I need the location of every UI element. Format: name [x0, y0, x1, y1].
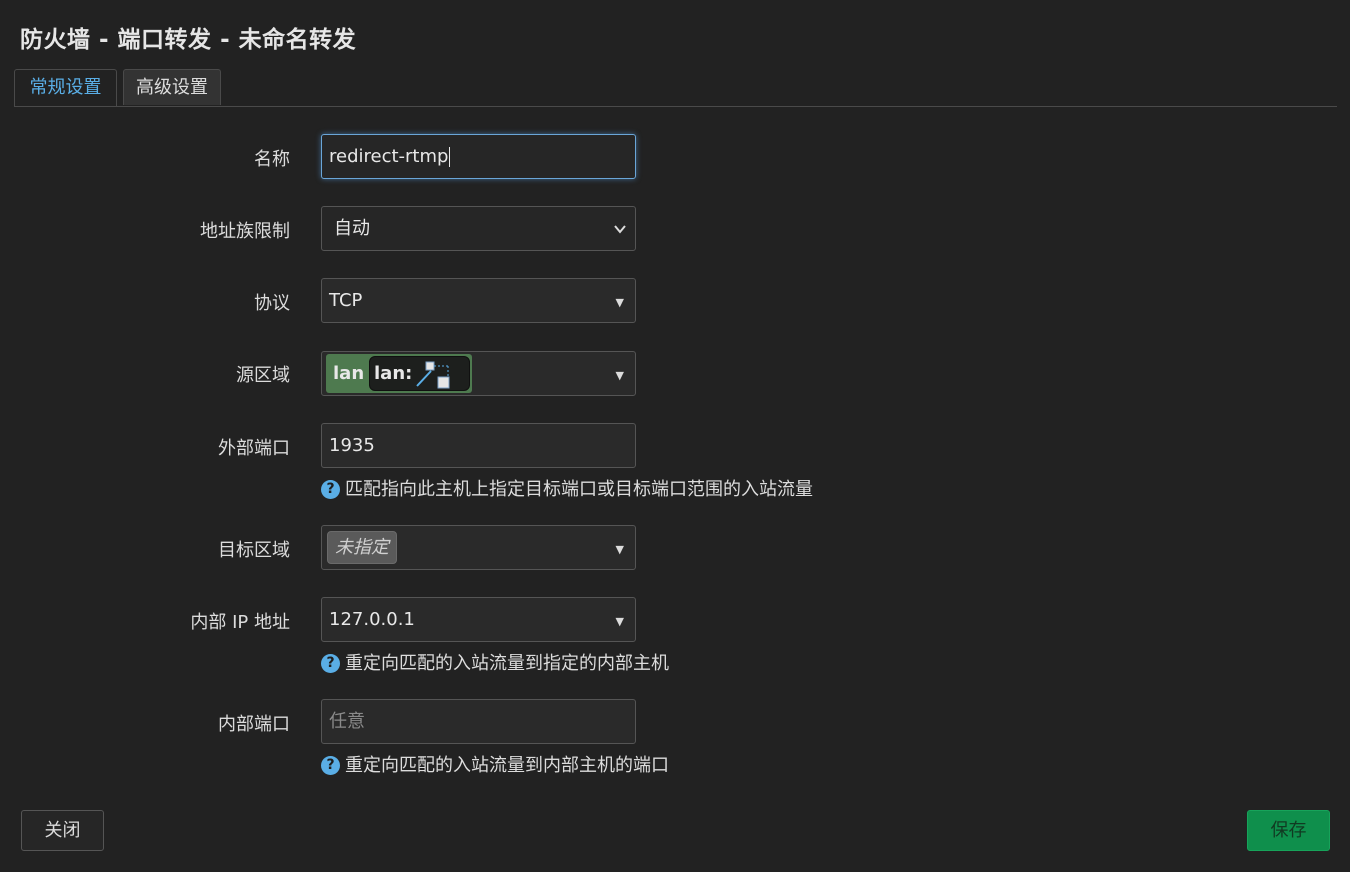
ext-port-help: ? 匹配指向此主机上指定目标端口或目标端口范围的入站流量 — [321, 475, 813, 501]
protocol-label: 协议 — [254, 293, 290, 314]
zone-chip-lan: lan lan: — [326, 354, 472, 393]
ext-port-label: 外部端口 — [218, 438, 290, 459]
int-port-placeholder: 任意 — [329, 711, 365, 732]
name-input[interactable]: redirect-rtmp — [321, 134, 636, 179]
dropdown-arrow-icon: ▼ — [615, 543, 624, 556]
help-icon: ? — [321, 480, 340, 499]
port-forward-dialog: 防火墙 - 端口转发 - 未命名转发 常规设置 高级设置 名称 redirect… — [0, 0, 1350, 872]
dest-zone-label: 目标区域 — [218, 540, 290, 561]
family-value: 自动 — [334, 218, 370, 239]
protocol-dropdown[interactable]: TCP ▼ — [321, 278, 636, 323]
help-icon: ? — [321, 756, 340, 775]
family-label: 地址族限制 — [200, 221, 290, 242]
tab-advanced-settings[interactable]: 高级设置 — [123, 69, 221, 105]
dialog-title: 防火墙 - 端口转发 - 未命名转发 — [20, 27, 357, 53]
zone-chip-unspecified: 未指定 — [327, 531, 397, 564]
int-port-input[interactable]: 任意 — [321, 699, 636, 744]
network-icon — [416, 361, 450, 389]
dropdown-arrow-icon: ▼ — [615, 296, 624, 309]
ext-port-help-text: 匹配指向此主机上指定目标端口或目标端口范围的入站流量 — [345, 479, 813, 500]
save-button[interactable]: 保存 — [1247, 810, 1330, 851]
int-port-label: 内部端口 — [218, 714, 290, 735]
int-ip-help: ? 重定向匹配的入站流量到指定的内部主机 — [321, 649, 669, 675]
name-label: 名称 — [254, 149, 290, 170]
int-ip-value: 127.0.0.1 — [329, 609, 415, 630]
name-value: redirect-rtmp — [329, 146, 449, 167]
zone-chip-name: lan — [333, 363, 365, 384]
protocol-value: TCP — [329, 290, 363, 311]
chevron-down-icon — [614, 225, 626, 234]
int-port-help-text: 重定向匹配的入站流量到内部主机的端口 — [345, 755, 669, 776]
src-zone-label: 源区域 — [236, 365, 290, 386]
zone-network-chip: lan: — [369, 356, 470, 391]
close-button[interactable]: 关闭 — [21, 810, 104, 851]
int-ip-dropdown[interactable]: 127.0.0.1 ▼ — [321, 597, 636, 642]
family-select[interactable]: 自动 — [321, 206, 636, 251]
int-ip-help-text: 重定向匹配的入站流量到指定的内部主机 — [345, 653, 669, 674]
zone-network-name: lan: — [374, 363, 413, 384]
tab-bar: 常规设置 高级设置 — [14, 69, 1337, 107]
dest-zone-dropdown[interactable]: 未指定 ▼ — [321, 525, 636, 570]
int-port-help: ? 重定向匹配的入站流量到内部主机的端口 — [321, 751, 669, 777]
ext-port-value: 1935 — [329, 435, 375, 456]
help-icon: ? — [321, 654, 340, 673]
int-ip-label: 内部 IP 地址 — [190, 612, 290, 633]
ext-port-input[interactable]: 1935 — [321, 423, 636, 468]
text-caret — [449, 147, 451, 167]
dropdown-arrow-icon: ▼ — [615, 615, 624, 628]
tab-general-settings[interactable]: 常规设置 — [14, 69, 117, 106]
src-zone-dropdown[interactable]: lan lan: ▼ — [321, 351, 636, 396]
dropdown-arrow-icon: ▼ — [615, 369, 624, 382]
